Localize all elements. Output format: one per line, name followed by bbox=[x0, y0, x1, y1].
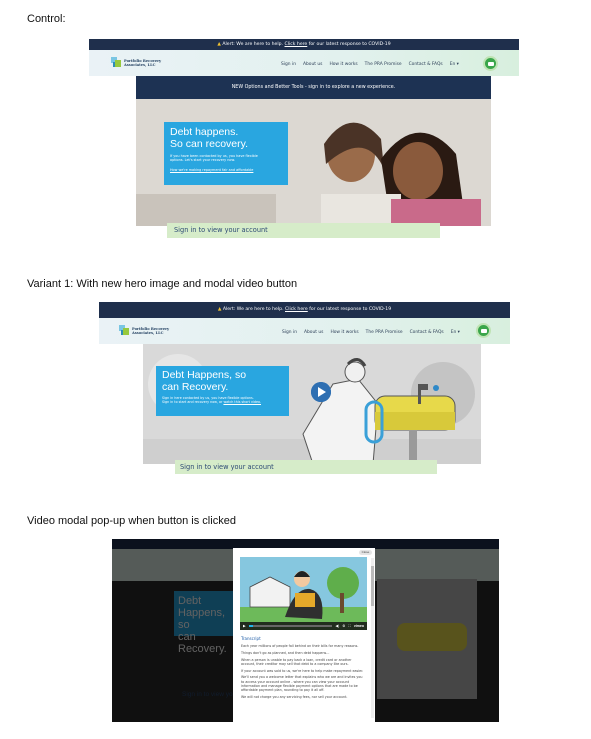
nav-about[interactable]: About us bbox=[303, 62, 322, 67]
nav-signin[interactable]: Sign in bbox=[282, 330, 297, 335]
logo-line2: Associates, LLC bbox=[124, 62, 156, 67]
alert-link[interactable]: Click here bbox=[285, 42, 308, 47]
vimeo-logo[interactable]: vimeo bbox=[354, 624, 364, 628]
transcript-paragraph: If your account was sold to us, we're he… bbox=[241, 668, 364, 673]
hero-headline-2: So can recovery. bbox=[170, 138, 249, 150]
watch-video-link[interactable]: watch this short video. bbox=[223, 400, 261, 404]
play-video-button[interactable] bbox=[311, 382, 331, 402]
alert-suffix: for our latest response to COVID-19 bbox=[308, 42, 391, 47]
alert-suffix: for our latest response to COVID-19 bbox=[309, 307, 392, 312]
alert-link[interactable]: Click here bbox=[285, 307, 308, 312]
hero-textbox: Debt Happens, so can Recovery. Sign in h… bbox=[156, 366, 289, 416]
nav-language[interactable]: En ▾ bbox=[451, 330, 460, 335]
logo-line2: Associates, LLC bbox=[132, 330, 164, 335]
logo-mark-icon bbox=[119, 325, 130, 336]
nav-how[interactable]: How it works bbox=[329, 62, 357, 67]
volume-icon[interactable]: ◀) bbox=[335, 624, 339, 628]
transcript-paragraph: Things don't go as planned, and then deb… bbox=[241, 650, 330, 655]
hero-illustration: Debt Happens, so can Recovery. Sign in h… bbox=[143, 344, 481, 464]
logo[interactable]: Portfolio Recovery Associates, LLC bbox=[119, 325, 169, 336]
modal-label: Video modal pop-up when button is clicke… bbox=[27, 515, 236, 527]
alert-bar: ▲ Alert: We are here to help. Click here… bbox=[89, 39, 519, 50]
nav-how[interactable]: How it works bbox=[330, 330, 358, 335]
chevron-down-icon: ▾ bbox=[457, 330, 460, 335]
modal-close-button[interactable]: Close bbox=[359, 550, 372, 555]
alert-text: Alert: We are here to help. bbox=[222, 42, 284, 47]
logo-mark-icon bbox=[111, 57, 122, 68]
signin-strip[interactable]: Sign in to view your account bbox=[175, 460, 437, 474]
nav-promise[interactable]: The PRA Promise bbox=[366, 330, 403, 335]
video-thumbnail bbox=[240, 557, 367, 630]
control-screenshot: ▲ Alert: We are here to help. Click here… bbox=[89, 39, 519, 238]
nav-links: Sign in About us How it works The PRA Pr… bbox=[281, 62, 459, 67]
signin-strip[interactable]: Sign in to view your account bbox=[167, 223, 440, 238]
play-icon bbox=[318, 387, 326, 397]
chat-icon[interactable] bbox=[483, 56, 498, 71]
settings-icon[interactable]: ⚙ bbox=[342, 624, 345, 628]
logo-line1: Portfolio Recovery bbox=[132, 326, 170, 331]
video-progress[interactable] bbox=[248, 625, 333, 627]
hero-body: If you have been contacted by us, you ha… bbox=[170, 154, 282, 163]
video-modal: Close ▶ ◀) ⚙ ⛶ vimeo Transcript Each yea… bbox=[233, 548, 375, 722]
variant-screenshot: ▲ Alert: We are here to help. Click here… bbox=[99, 302, 510, 474]
logo[interactable]: Portfolio Recovery Associates, LLC bbox=[111, 57, 161, 68]
hero-headline-1: Debt happens. bbox=[170, 126, 239, 138]
hero-link[interactable]: How we're making repayment fair and affo… bbox=[170, 168, 282, 172]
chevron-down-icon: ▾ bbox=[456, 62, 459, 67]
logo-line1: Portfolio Recovery bbox=[124, 58, 162, 63]
nav-links: Sign in About us How it works The PRA Pr… bbox=[282, 330, 460, 335]
hero-body-line2: options. Let's start your recovery now. bbox=[170, 158, 236, 163]
hero-body: Sign in here contacted by us, you have f… bbox=[162, 396, 283, 404]
hero-headline-1: Debt Happens, so bbox=[162, 369, 247, 381]
transcript-paragraph: When a person is unable to pay back a lo… bbox=[241, 657, 352, 666]
video-controls: ▶ ◀) ⚙ ⛶ vimeo bbox=[240, 622, 367, 630]
play-icon[interactable]: ▶ bbox=[243, 624, 246, 628]
video-player[interactable]: ▶ ◀) ⚙ ⛶ vimeo bbox=[240, 557, 367, 630]
promo-bar[interactable]: NEW Options and Better Tools - sign in t… bbox=[136, 76, 491, 99]
alert-bar: ▲ Alert: We are here to help. Click here… bbox=[99, 302, 510, 318]
modal-scrollbar[interactable] bbox=[371, 558, 374, 718]
transcript-paragraph: Each year millions of people fall behind… bbox=[241, 644, 359, 648]
nav-promise[interactable]: The PRA Promise bbox=[365, 62, 402, 67]
transcript: Transcript Each year millions of people … bbox=[241, 636, 365, 702]
warning-icon: ▲ bbox=[217, 307, 222, 312]
control-label: Control: bbox=[27, 13, 66, 25]
modal-screenshot: Debt Happens, so can Recovery. Sign in t… bbox=[112, 539, 499, 722]
nav-about[interactable]: About us bbox=[304, 330, 323, 335]
hero-body-line2: Sign in to start and recovery now, or bbox=[162, 400, 223, 405]
hero-textbox: Debt happens. So can recovery. If you ha… bbox=[164, 122, 288, 185]
nav-signin[interactable]: Sign in bbox=[281, 62, 296, 67]
fullscreen-icon[interactable]: ⛶ bbox=[348, 624, 350, 628]
warning-icon: ▲ bbox=[217, 42, 221, 47]
hero-photo: Debt happens. So can recovery. If you ha… bbox=[136, 99, 491, 226]
variant-label: Variant 1: With new hero image and modal… bbox=[27, 278, 298, 290]
chat-icon[interactable] bbox=[476, 323, 491, 338]
hero-headline-2: can Recovery. bbox=[162, 381, 229, 393]
navbar: Portfolio Recovery Associates, LLC Sign i… bbox=[89, 50, 519, 76]
nav-contact[interactable]: Contact & FAQs bbox=[409, 62, 443, 67]
nav-language[interactable]: En ▾ bbox=[450, 62, 459, 67]
alert-text: Alert: We are here to help. bbox=[222, 307, 284, 312]
transcript-paragraph: We will not charge you any servicing fee… bbox=[241, 694, 348, 699]
nav-contact[interactable]: Contact & FAQs bbox=[410, 330, 444, 335]
navbar: Portfolio Recovery Associates, LLC Sign i… bbox=[99, 318, 510, 344]
transcript-paragraph: We'll send you a welcome letter that exp… bbox=[241, 675, 363, 692]
transcript-title: Transcript bbox=[241, 636, 261, 641]
